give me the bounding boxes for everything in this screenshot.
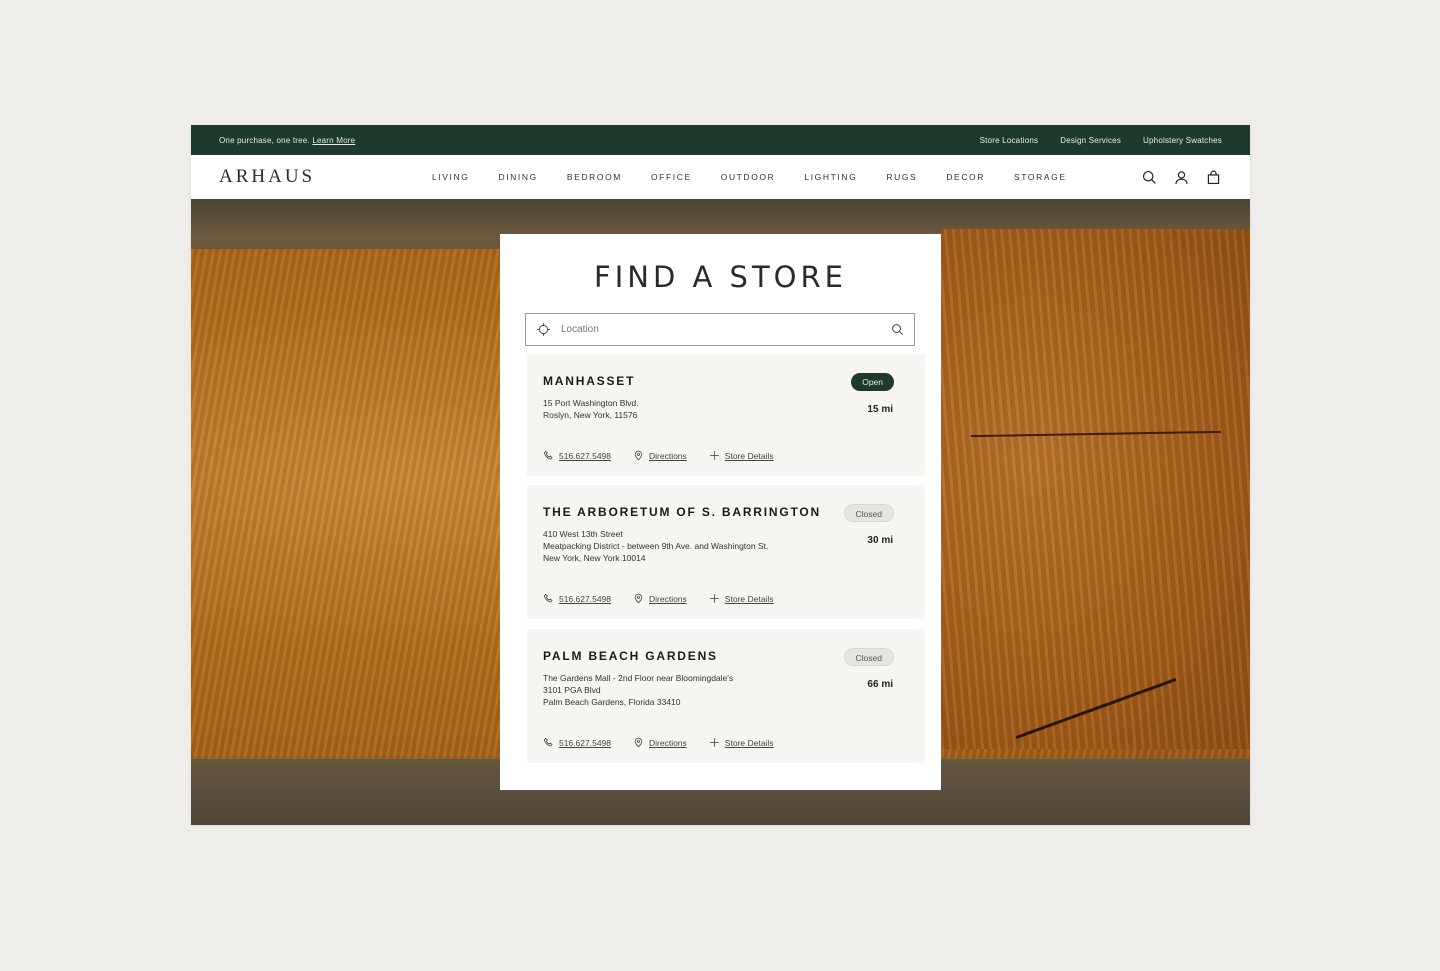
location-input[interactable]: Location <box>561 324 891 335</box>
phone-link[interactable]: 516.627.5498 <box>543 450 611 461</box>
promo-bar: One purchase, one tree. Learn More Store… <box>191 125 1250 155</box>
hero-wood-background: FIND A STORE Location MANHASSET 15 Port … <box>191 199 1250 825</box>
search-submit-icon[interactable] <box>891 323 904 336</box>
directions-link[interactable]: Directions <box>633 593 687 604</box>
store-finder-panel: FIND A STORE Location MANHASSET 15 Port … <box>500 234 941 790</box>
utility-links: Store Locations Design Services Upholste… <box>980 136 1222 145</box>
nav-item-rugs[interactable]: RUGS <box>886 172 917 182</box>
nav-item-outdoor[interactable]: OUTDOOR <box>721 172 776 182</box>
location-pin-icon <box>634 593 643 604</box>
nav-item-living[interactable]: LIVING <box>432 172 469 182</box>
location-pin-icon <box>634 450 643 461</box>
learn-more-link[interactable]: Learn More <box>312 136 355 145</box>
page-title: FIND A STORE <box>594 260 847 294</box>
store-details-link[interactable]: Store Details <box>709 737 773 748</box>
status-badge: Closed <box>843 504 894 522</box>
phone-link[interactable]: 516.627.5498 <box>543 737 611 748</box>
store-actions: 516.627.5498 Directions Store Details <box>543 593 773 604</box>
directions-link[interactable]: Directions <box>633 737 687 748</box>
design-services-link[interactable]: Design Services <box>1060 136 1121 145</box>
store-address: 410 West 13th Street Meatpacking Distric… <box>543 529 769 563</box>
store-card: PALM BEACH GARDENS The Gardens Mall - 2n… <box>527 629 925 763</box>
nav-item-office[interactable]: OFFICE <box>651 172 692 182</box>
location-pin-icon <box>634 737 643 748</box>
crosshair-icon[interactable] <box>536 322 551 337</box>
store-actions: 516.627.5498 Directions Store Details <box>543 450 773 461</box>
store-details-link[interactable]: Store Details <box>709 593 773 604</box>
plus-icon <box>709 738 719 747</box>
upholstery-swatches-link[interactable]: Upholstery Swatches <box>1143 136 1222 145</box>
main-nav: ARHAUS LIVING DINING BEDROOM OFFICE OUTD… <box>191 155 1250 199</box>
nav-item-lighting[interactable]: LIGHTING <box>804 172 857 182</box>
nav-item-bedroom[interactable]: BEDROOM <box>567 172 622 182</box>
store-distance: 66 mi <box>867 679 893 690</box>
location-search[interactable]: Location <box>525 313 915 346</box>
store-distance: 30 mi <box>867 535 893 546</box>
store-address: The Gardens Mall - 2nd Floor near Bloomi… <box>543 673 734 707</box>
directions-link[interactable]: Directions <box>633 450 687 461</box>
nav-item-storage[interactable]: STORAGE <box>1014 172 1067 182</box>
phone-icon <box>543 450 553 460</box>
cart-icon[interactable] <box>1205 169 1222 186</box>
phone-icon <box>543 593 553 603</box>
brand-logo[interactable]: ARHAUS <box>219 166 315 188</box>
nav-icons <box>1141 169 1222 186</box>
store-card: THE ARBORETUM OF S. BARRINGTON 410 West … <box>527 485 925 619</box>
browser-frame: One purchase, one tree. Learn More Store… <box>191 125 1250 825</box>
nav-item-dining[interactable]: DINING <box>498 172 537 182</box>
store-address: 15 Port Washington Blvd. Roslyn, New Yor… <box>543 398 639 420</box>
store-locations-link[interactable]: Store Locations <box>980 136 1039 145</box>
phone-icon <box>543 737 553 747</box>
plus-icon <box>709 451 719 460</box>
store-card: MANHASSET 15 Port Washington Blvd. Rosly… <box>527 354 925 476</box>
store-details-link[interactable]: Store Details <box>709 450 773 461</box>
store-actions: 516.627.5498 Directions Store Details <box>543 737 773 748</box>
nav-item-decor[interactable]: DECOR <box>946 172 985 182</box>
store-distance: 15 mi <box>867 404 893 415</box>
status-badge: Closed <box>843 648 894 666</box>
promo-text: One purchase, one tree. <box>219 135 310 145</box>
status-badge: Open <box>851 373 894 391</box>
search-icon[interactable] <box>1141 169 1158 186</box>
promo: One purchase, one tree. Learn More <box>219 136 355 145</box>
plus-icon <box>709 594 719 603</box>
category-menu: LIVING DINING BEDROOM OFFICE OUTDOOR LIG… <box>432 172 1067 182</box>
phone-link[interactable]: 516.627.5498 <box>543 593 611 604</box>
account-icon[interactable] <box>1173 169 1190 186</box>
